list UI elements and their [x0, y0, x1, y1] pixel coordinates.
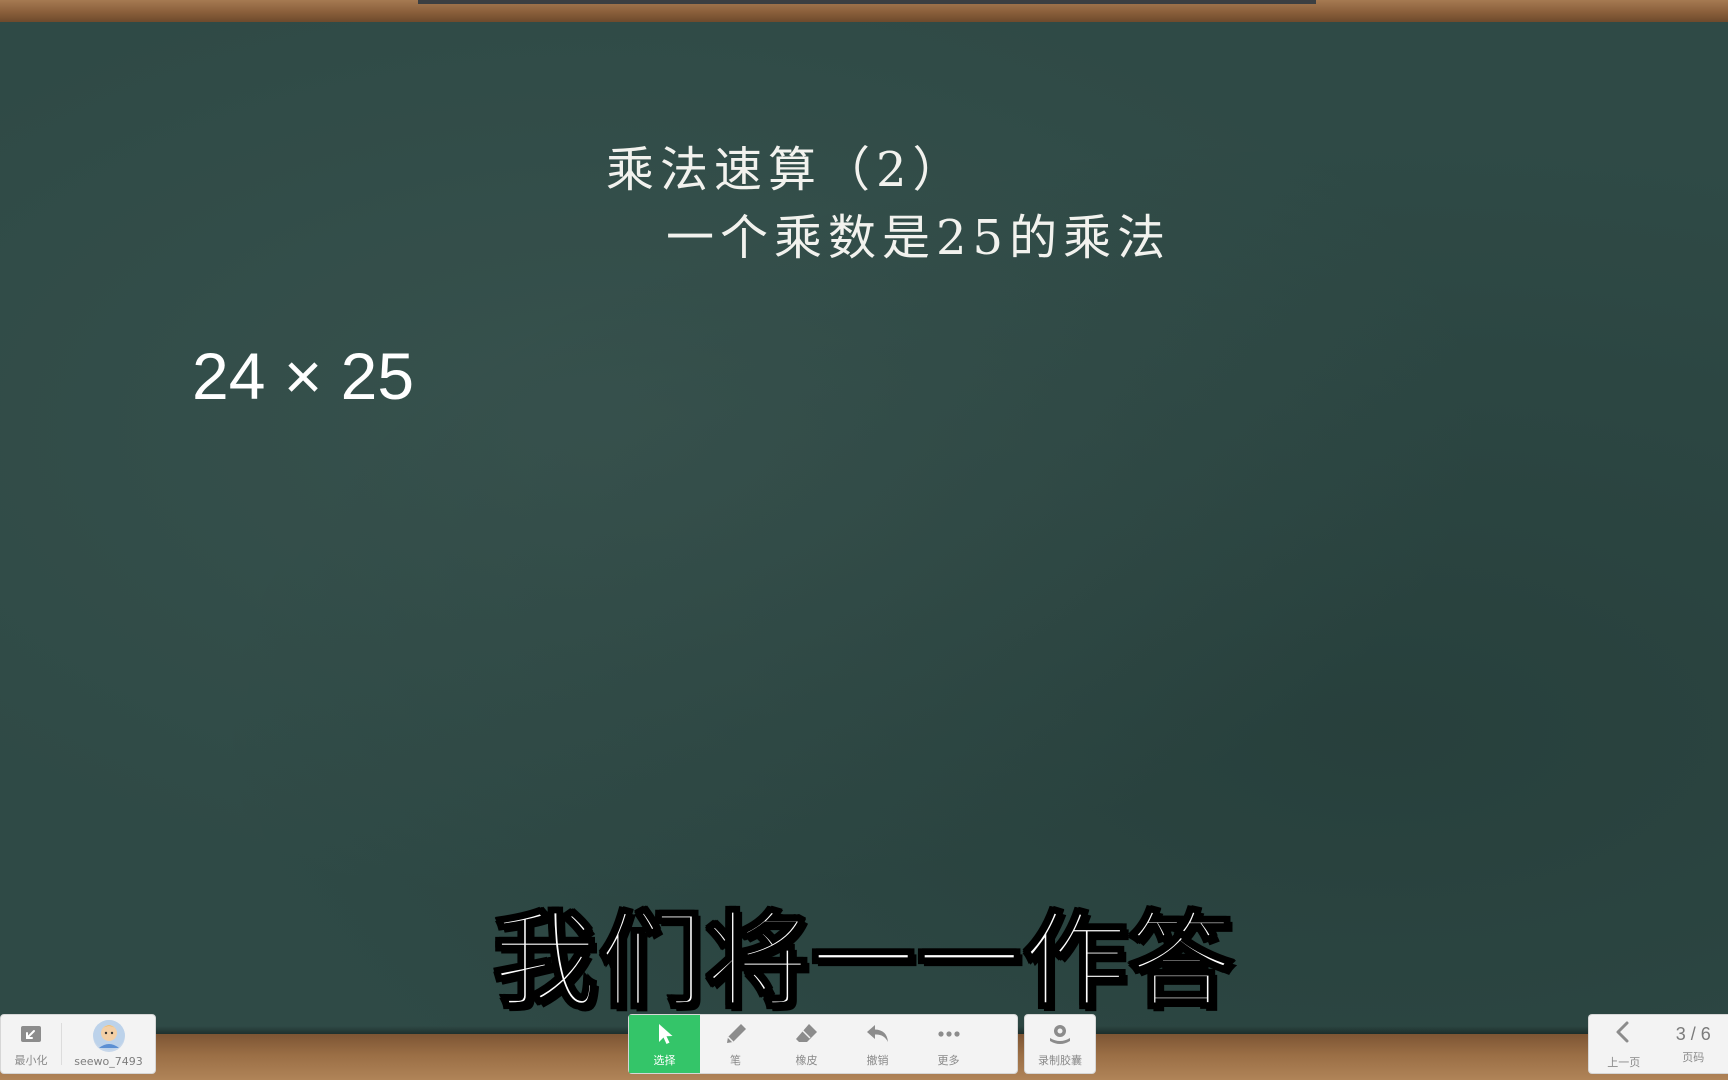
- page-indicator-button[interactable]: 3 / 6 页码: [1659, 1015, 1728, 1073]
- pen-icon: [722, 1020, 750, 1048]
- page-label: 页码: [1682, 1050, 1705, 1064]
- more-button[interactable]: 更多: [913, 1015, 984, 1073]
- select-tool-label: 选择: [653, 1054, 676, 1067]
- eraser-icon: [793, 1020, 821, 1048]
- prev-page-button[interactable]: 上一页: [1589, 1015, 1659, 1073]
- eraser-tool-button[interactable]: 橡皮: [771, 1015, 842, 1073]
- record-capsule-icon: [1046, 1020, 1074, 1048]
- pen-tool-button[interactable]: 笔: [700, 1015, 771, 1073]
- toolbar-left-panel: 最小化 seewo_7493: [0, 1014, 156, 1074]
- prev-page-label: 上一页: [1607, 1056, 1641, 1069]
- lesson-subtitle: 一个乘数是25的乘法: [666, 210, 1172, 266]
- pen-tool-label: 笔: [730, 1054, 741, 1067]
- user-profile-button[interactable]: seewo_7493: [62, 1015, 155, 1073]
- toolbar-right-panel: 上一页 3 / 6 页码: [1588, 1014, 1728, 1074]
- avatar: [92, 1020, 125, 1052]
- avatar-icon: [92, 1020, 125, 1052]
- page-indicator: 3 / 6: [1675, 1023, 1711, 1044]
- board-frame-top-strip: [418, 0, 1316, 4]
- record-capsule-label: 录制胶囊: [1038, 1054, 1082, 1067]
- record-capsule-button[interactable]: 录制胶囊: [1025, 1015, 1095, 1073]
- minimize-button[interactable]: 最小化: [1, 1015, 61, 1073]
- chevron-left-icon: [1610, 1018, 1638, 1050]
- whiteboard-app: 乘法速算（2） 一个乘数是25的乘法 24 × 25 我们将一一作答 最小化 s…: [0, 0, 1728, 1080]
- undo-button[interactable]: 撤销: [842, 1015, 913, 1073]
- video-caption: 我们将一一作答: [491, 899, 1235, 1024]
- undo-icon: [864, 1020, 892, 1048]
- more-icon: [935, 1020, 963, 1048]
- math-expression: 24 × 25: [192, 339, 415, 413]
- minimize-label: 最小化: [14, 1054, 48, 1067]
- cursor-icon: [651, 1020, 679, 1048]
- eraser-tool-label: 橡皮: [795, 1054, 818, 1067]
- minimize-icon: [17, 1020, 45, 1048]
- username-label: seewo_7493: [74, 1055, 143, 1068]
- toolbar-center-panel: 选择 笔 橡皮 撤销 更多: [628, 1014, 1018, 1074]
- undo-label: 撤销: [866, 1054, 889, 1067]
- lesson-title: 乘法速算（2）: [606, 142, 967, 198]
- select-tool-button[interactable]: 选择: [629, 1015, 700, 1073]
- toolbar-record-panel: 录制胶囊: [1024, 1014, 1096, 1074]
- more-label: 更多: [937, 1054, 960, 1067]
